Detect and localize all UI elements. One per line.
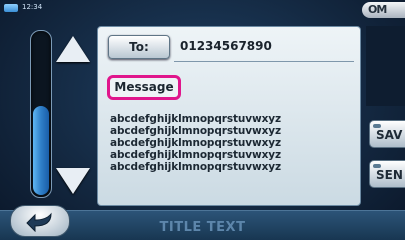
message-button[interactable]: Message bbox=[107, 75, 181, 100]
to-button[interactable]: To: bbox=[108, 35, 170, 59]
message-line: abcdefghijklmnopqrstuvwxyz bbox=[110, 113, 282, 125]
save-indicator-icon bbox=[373, 124, 381, 128]
save-button[interactable]: SAV bbox=[369, 120, 405, 148]
signal-icon bbox=[4, 4, 18, 12]
recipient-number[interactable]: 01234567890 bbox=[180, 39, 272, 53]
arrow-up-icon[interactable] bbox=[56, 36, 90, 62]
top-right-button[interactable]: OM bbox=[362, 2, 405, 18]
scrollbar[interactable] bbox=[30, 30, 52, 198]
message-line: abcdefghijklmnopqrstuvwxyz bbox=[110, 161, 282, 173]
arrow-down-icon[interactable] bbox=[56, 168, 90, 194]
send-button-label: SEN bbox=[376, 168, 403, 182]
message-body[interactable]: abcdefghijklmnopqrstuvwxyz abcdefghijklm… bbox=[110, 113, 350, 173]
scrollbar-fill bbox=[33, 106, 49, 195]
sms-compose-screen: 12:34 OM To: 01234567890 Message abcdefg… bbox=[0, 0, 405, 240]
clock: 12:34 bbox=[22, 3, 43, 11]
divider bbox=[174, 61, 354, 62]
message-line: abcdefghijklmnopqrstuvwxyz bbox=[110, 125, 282, 137]
title-text: TITLE TEXT bbox=[159, 220, 246, 235]
save-button-label: SAV bbox=[376, 128, 403, 142]
message-line: abcdefghijklmnopqrstuvwxyz bbox=[110, 137, 282, 149]
send-indicator-icon bbox=[373, 164, 381, 168]
send-button[interactable]: SEN bbox=[369, 160, 405, 188]
compose-panel: To: 01234567890 Message abcdefghijklmnop… bbox=[97, 26, 361, 206]
top-right-button-label: OM bbox=[368, 3, 387, 16]
message-line: abcdefghijklmnopqrstuvwxyz bbox=[110, 149, 282, 161]
right-strip bbox=[366, 26, 405, 106]
